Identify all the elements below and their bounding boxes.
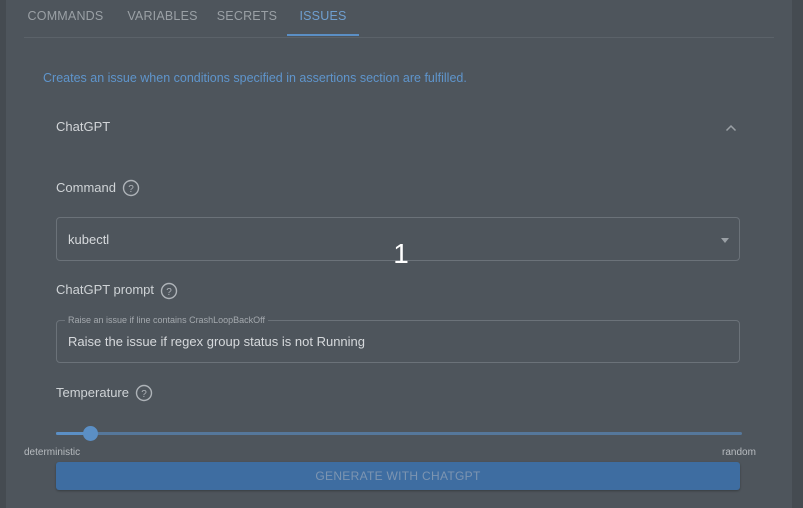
- chatgpt-prompt-label: ChatGPT prompt: [56, 282, 155, 297]
- active-tab-indicator: [287, 34, 359, 36]
- chatgpt-prompt-field[interactable]: Raise an issue if line contains CrashLoo…: [56, 315, 740, 363]
- help-circle-icon[interactable]: ?: [122, 179, 140, 197]
- command-label: Command: [56, 180, 116, 195]
- svg-text:?: ?: [128, 184, 134, 195]
- svg-text:?: ?: [141, 389, 147, 400]
- tab-variables[interactable]: Variables: [120, 0, 205, 36]
- tab-bar: Commands Variables Secrets Issues: [24, 0, 774, 38]
- temperature-label: Temperature: [56, 385, 129, 400]
- step-number-badge: 1: [393, 238, 409, 269]
- temperature-slider-thumb[interactable]: [82, 426, 98, 441]
- caret-down-icon: [721, 238, 729, 243]
- tab-secrets[interactable]: Secrets: [211, 0, 283, 36]
- issues-description: Creates an issue when conditions specifi…: [43, 71, 467, 85]
- tab-commands[interactable]: Commands: [24, 0, 107, 36]
- prompt-placeholder-legend: Raise an issue if line contains CrashLoo…: [65, 315, 268, 325]
- tab-issues[interactable]: Issues: [287, 0, 359, 36]
- help-circle-icon[interactable]: ?: [160, 282, 178, 300]
- prompt-input-value: Raise the issue if regex group status is…: [68, 334, 366, 349]
- chatgpt-section-title: ChatGPT: [56, 119, 111, 134]
- temperature-min-label: deterministic: [24, 447, 81, 458]
- svg-text:?: ?: [166, 287, 172, 298]
- temperature-slider-track[interactable]: [56, 432, 742, 435]
- generate-with-chatgpt-button[interactable]: Generate with ChatGPT: [56, 462, 740, 490]
- chevron-up-icon[interactable]: [720, 117, 742, 139]
- help-circle-icon[interactable]: ?: [135, 384, 153, 402]
- temperature-max-label: random: [722, 447, 756, 458]
- command-select-value: kubectl: [68, 232, 110, 247]
